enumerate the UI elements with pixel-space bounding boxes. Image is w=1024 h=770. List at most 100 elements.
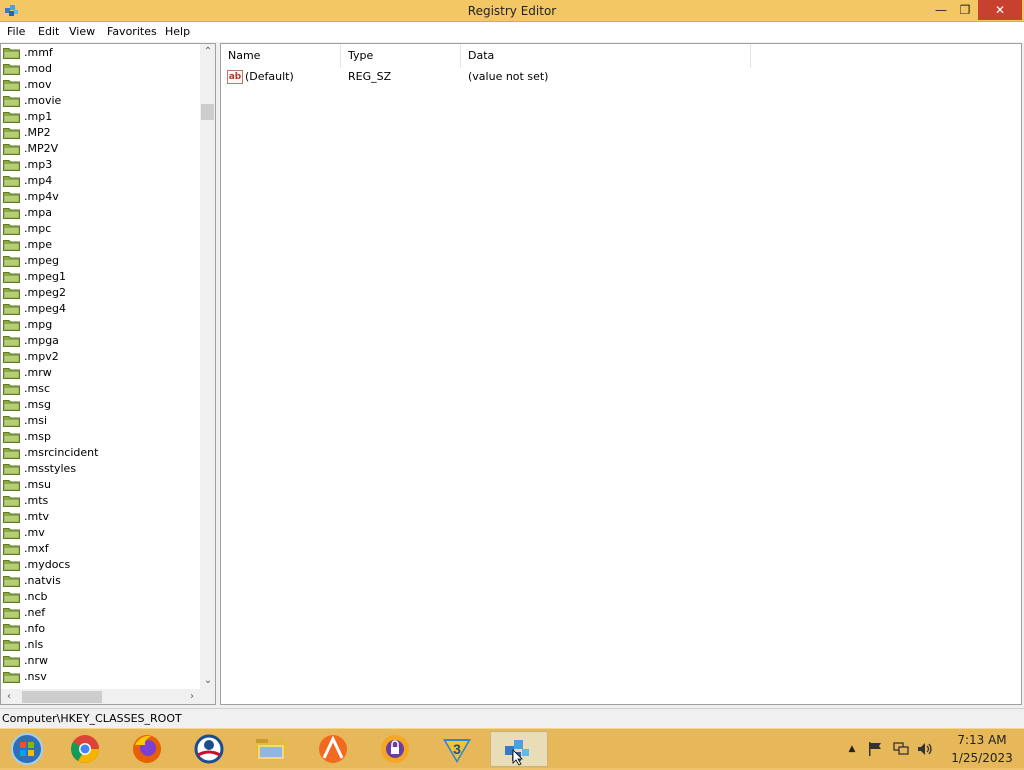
tree-item[interactable]: .mpeg <box>3 253 199 269</box>
tree-item[interactable]: .mp4 <box>3 173 199 189</box>
system-clock[interactable]: 7:13 AM 1/25/2023 <box>944 731 1020 767</box>
tree-item[interactable]: .msi <box>3 413 199 429</box>
tree-item[interactable]: .mod <box>3 61 199 77</box>
tree-item[interactable]: .ncb <box>3 589 199 605</box>
tree-item[interactable]: .mp1 <box>3 109 199 125</box>
close-button[interactable]: ✕ <box>978 0 1022 20</box>
tree-item[interactable]: .mts <box>3 493 199 509</box>
scrollbar-corner <box>200 689 215 704</box>
tree-item[interactable]: .nls <box>3 637 199 653</box>
folder-icon <box>3 160 20 171</box>
values-pane[interactable]: Name Type Data ab (Default) REG_SZ (valu… <box>220 43 1022 705</box>
tree-item[interactable]: .mrw <box>3 365 199 381</box>
taskbar-file-explorer[interactable] <box>242 731 300 767</box>
network-icon[interactable] <box>892 741 910 757</box>
tree-item[interactable]: .mpe <box>3 237 199 253</box>
clock-time: 7:13 AM <box>957 733 1007 747</box>
tray-show-hidden-arrow[interactable]: ▲ <box>844 729 860 769</box>
tree-item[interactable]: .natvis <box>3 573 199 589</box>
tree-item[interactable]: .mydocs <box>3 557 199 573</box>
tree-horizontal-scroll-thumb[interactable] <box>22 691 102 703</box>
tree-item[interactable]: .mpa <box>3 205 199 221</box>
column-header-data[interactable]: Data <box>461 44 751 68</box>
tree-item[interactable]: .msstyles <box>3 461 199 477</box>
column-header-type[interactable]: Type <box>341 44 461 68</box>
scroll-left-arrow-icon[interactable]: ‹ <box>1 689 17 704</box>
scroll-up-arrow-icon[interactable]: ⌃ <box>200 44 215 60</box>
folder-icon <box>256 739 286 761</box>
tree-item[interactable]: .nef <box>3 605 199 621</box>
tree-item[interactable]: .mp4v <box>3 189 199 205</box>
tree-item[interactable]: .MP2 <box>3 125 199 141</box>
key-tree-pane[interactable]: .mmf .mod .mov .movie .mp1 .MP2 .MP2V .mp3 .mp4.… <box>0 43 216 705</box>
tree-item[interactable]: .msu <box>3 477 199 493</box>
tree-item[interactable]: .nsv <box>3 669 199 685</box>
tree-item[interactable]: .nfo <box>3 621 199 637</box>
string-value-icon: ab <box>227 70 243 84</box>
tree-item[interactable]: .msc <box>3 381 199 397</box>
tree-item[interactable]: .mpc <box>3 221 199 237</box>
taskbar-obama-app[interactable] <box>180 731 238 767</box>
folder-icon <box>3 608 20 619</box>
tree-item[interactable]: .mpv2 <box>3 349 199 365</box>
tree-item[interactable]: .mpeg2 <box>3 285 199 301</box>
tree-item[interactable]: .msg <box>3 397 199 413</box>
tree-horizontal-scrollbar[interactable]: ‹ › <box>1 689 200 704</box>
folder-icon <box>3 432 20 443</box>
column-header-name[interactable]: Name <box>221 44 341 68</box>
menu-view[interactable]: View <box>69 22 95 42</box>
tree-item[interactable]: .msp <box>3 429 199 445</box>
tree-item[interactable]: .movie <box>3 93 199 109</box>
taskbar-chrome[interactable] <box>56 731 114 767</box>
menu-edit[interactable]: Edit <box>38 22 59 42</box>
tree-item[interactable]: .MP2V <box>3 141 199 157</box>
tree-item[interactable]: .mpga <box>3 333 199 349</box>
tree-item[interactable]: .mpg <box>3 317 199 333</box>
tree-item[interactable]: .mxf <box>3 541 199 557</box>
tree-item-label: .mov <box>24 78 52 91</box>
tree-item-label: .natvis <box>24 574 61 587</box>
taskbar: 3 ▲ 7:13 AM 1/25/2023 <box>0 728 1024 768</box>
tree-vertical-scrollbar[interactable]: ⌃ ⌄ <box>200 44 215 689</box>
restore-button[interactable]: ❐ <box>952 0 978 20</box>
tree-item[interactable]: .nrw <box>3 653 199 669</box>
tree-item-label: .mpeg <box>24 254 59 267</box>
tree-item-label: .MP2 <box>24 126 51 139</box>
taskbar-vpn-app[interactable] <box>366 731 424 767</box>
folder-icon <box>3 640 20 651</box>
title-bar[interactable]: Registry Editor — ❐ ✕ <box>0 0 1024 22</box>
tree-item[interactable]: .mpeg1 <box>3 269 199 285</box>
tree-item[interactable]: .msrcincident <box>3 445 199 461</box>
tree-item[interactable]: .mtv <box>3 509 199 525</box>
menu-file[interactable]: File <box>7 22 25 42</box>
scroll-right-arrow-icon[interactable]: › <box>184 689 200 704</box>
folder-icon <box>3 448 20 459</box>
folder-icon <box>3 240 20 251</box>
minimize-button[interactable]: — <box>928 0 954 20</box>
menu-favorites[interactable]: Favorites <box>107 22 157 42</box>
taskbar-registry-editor[interactable] <box>490 731 548 767</box>
taskbar-orange-app[interactable] <box>304 731 362 767</box>
taskbar-3-app[interactable]: 3 <box>428 731 486 767</box>
tree-item[interactable]: .mp3 <box>3 157 199 173</box>
menu-help[interactable]: Help <box>165 22 190 42</box>
tree-item[interactable]: .mmf <box>3 45 199 61</box>
folder-icon <box>3 80 20 91</box>
tree-item-label: .MP2V <box>24 142 59 155</box>
tree-item-label: .mydocs <box>24 558 71 571</box>
scroll-down-arrow-icon[interactable]: ⌄ <box>200 673 215 689</box>
tree-item-label: .mp4v <box>24 190 59 203</box>
start-button[interactable] <box>2 731 52 767</box>
tree-item[interactable]: .mov <box>3 77 199 93</box>
orange-app-icon <box>319 735 347 763</box>
tree-item[interactable]: .mv <box>3 525 199 541</box>
folder-icon <box>3 544 20 555</box>
tree-vertical-scroll-thumb[interactable] <box>201 104 214 120</box>
tree-item-label: .msu <box>24 478 51 491</box>
action-center-flag-icon[interactable] <box>866 741 884 757</box>
taskbar-firefox[interactable] <box>118 731 176 767</box>
tree-item-label: .nef <box>24 606 46 619</box>
tree-item[interactable]: .mpeg4 <box>3 301 199 317</box>
volume-icon[interactable] <box>916 741 934 757</box>
tree-item-label: .mpeg4 <box>24 302 66 315</box>
